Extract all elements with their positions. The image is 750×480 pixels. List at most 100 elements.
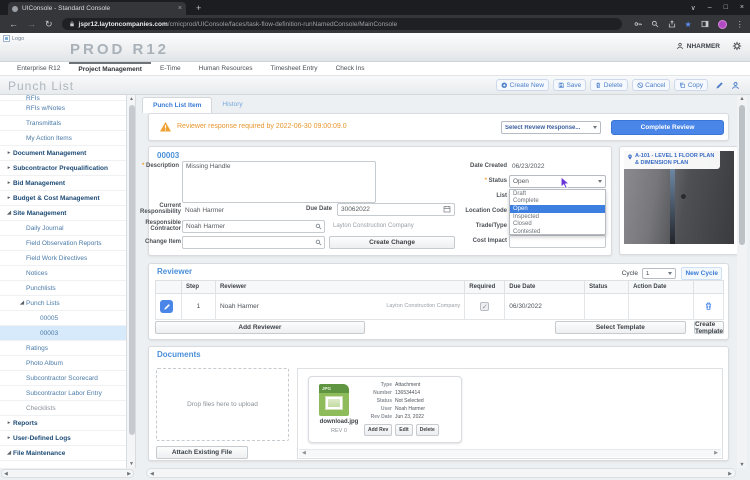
documents-horizontal-scrollbar[interactable]: ◀ ▶ <box>299 449 721 457</box>
profile-avatar[interactable] <box>718 20 727 29</box>
search-icon[interactable] <box>651 20 659 28</box>
sidebar-section-bid-management[interactable]: ▸Bid Management <box>0 176 126 191</box>
sidebar-item-my-action-items[interactable]: My Action Items <box>0 131 126 146</box>
description-field[interactable]: Missing Handle <box>182 161 376 203</box>
scroll-left-icon[interactable]: ◀ <box>4 471 8 477</box>
bookmark-star-icon[interactable]: ★ <box>685 20 692 29</box>
scrollbar-thumb[interactable] <box>739 105 745 245</box>
sidebar-item-00003-selected[interactable]: 00003 <box>0 326 126 341</box>
status-option-open-highlighted[interactable]: Open <box>510 205 605 213</box>
refresh-icon[interactable]: ↻ <box>45 19 53 30</box>
status-option-draft[interactable]: Draft <box>510 190 605 198</box>
select-template-button[interactable]: Select Template <box>555 321 686 334</box>
tab-history[interactable]: History <box>212 97 252 113</box>
user-chip[interactable]: NHARMER <box>676 42 720 50</box>
delete-button[interactable]: Delete <box>590 79 627 91</box>
sidebar-horizontal-scrollbar[interactable]: ◀ ▶ <box>1 469 134 478</box>
search-icon[interactable] <box>315 239 322 246</box>
search-icon[interactable] <box>315 223 322 230</box>
sidebar-section-reports[interactable]: ▸Reports <box>0 416 126 431</box>
copy-button[interactable]: Copy <box>674 79 708 91</box>
sidebar-item-notices[interactable]: Notices <box>0 266 126 281</box>
sidebar-section-file-maintenance[interactable]: ◢File Maintenance <box>0 446 126 461</box>
share-icon[interactable] <box>668 20 676 28</box>
sidebar-vertical-scrollbar[interactable]: ▲ ▼ <box>127 95 136 468</box>
cancel-button[interactable]: Cancel <box>632 79 671 91</box>
status-option-complete[interactable]: Complete <box>510 198 605 206</box>
nav-tab-e-time[interactable]: E-Time <box>151 62 190 75</box>
edit-reviewer-button[interactable] <box>160 300 173 313</box>
save-button[interactable]: Save <box>553 79 586 91</box>
edit-file-button[interactable]: Edit <box>395 424 412 436</box>
sidebar-section-subcontractor-prequalification[interactable]: ▸Subcontractor Prequalification <box>0 161 126 176</box>
delete-file-button[interactable]: Delete <box>416 424 439 436</box>
browser-menu-icon[interactable]: ⋮ <box>736 20 744 29</box>
content-horizontal-scrollbar[interactable]: ◀ ▶ <box>146 468 736 478</box>
sidebar-section-punch-lists[interactable]: ◢Punch Lists <box>0 296 126 311</box>
scroll-up-icon[interactable]: ▲ <box>737 96 747 102</box>
scroll-left-icon[interactable]: ◀ <box>302 450 306 456</box>
cycle-select[interactable]: 1 <box>642 268 676 279</box>
browser-tab[interactable]: UIConsole - Standard Console × <box>8 2 186 15</box>
file-dropzone[interactable]: Drop files here to upload <box>156 368 289 441</box>
sidebar-item-punchlists[interactable]: Punchlists <box>0 281 126 296</box>
new-tab-icon[interactable]: + <box>196 3 201 13</box>
close-icon[interactable]: × <box>740 4 744 11</box>
create-change-button[interactable]: Create Change <box>329 236 455 249</box>
add-reviewer-button[interactable]: Add Reviewer <box>155 321 365 334</box>
scroll-right-icon[interactable]: ▶ <box>728 471 732 477</box>
sidebar-item-subcontractor-scorecard[interactable]: Subcontractor Scorecard <box>0 371 126 386</box>
complete-review-button[interactable]: Complete Review <box>611 120 724 135</box>
nav-tab-check-ins[interactable]: Check Ins <box>327 62 374 75</box>
user-profile-icon[interactable] <box>731 81 740 90</box>
nav-tab-project-management[interactable]: Project Management <box>69 62 151 75</box>
nav-tab-enterprise-r12[interactable]: Enterprise R12 <box>8 62 69 75</box>
delete-reviewer-icon[interactable] <box>704 301 713 311</box>
gear-icon[interactable] <box>732 41 742 51</box>
change-item-field[interactable] <box>182 236 325 249</box>
tab-punch-list-item[interactable]: Punch List Item <box>142 97 212 113</box>
url-field[interactable]: jspr12.laytoncompanies.com /cmicprod/UIC… <box>62 18 622 30</box>
cost-impact-field[interactable] <box>509 235 606 248</box>
sidebar-section-user-defined-logs[interactable]: ▸User-Defined Logs <box>0 431 126 446</box>
review-response-select[interactable]: Select Review Response... <box>501 121 601 134</box>
forward-icon[interactable]: → <box>27 19 36 29</box>
sidebar-item-field-observation-reports[interactable]: Field Observation Reports <box>0 236 126 251</box>
sidebar-item-photo-album[interactable]: Photo Album <box>0 356 126 371</box>
attach-existing-file-button[interactable]: Attach Existing File <box>156 446 248 459</box>
status-option-closed[interactable]: Closed <box>510 220 605 228</box>
required-checkbox-checked[interactable]: ✓ <box>480 302 489 311</box>
status-select[interactable]: Open <box>509 175 606 188</box>
scrollbar-thumb[interactable] <box>129 105 135 435</box>
key-icon[interactable] <box>634 20 642 28</box>
create-new-button[interactable]: Create New <box>496 79 549 91</box>
status-option-inspected[interactable]: Inspected <box>510 213 605 221</box>
edit-pencil-icon[interactable] <box>715 81 724 90</box>
scroll-right-icon[interactable]: ▶ <box>127 471 131 477</box>
nav-tab-human-resources[interactable]: Human Resources <box>190 62 262 75</box>
document-tile[interactable]: JPG download.jpg REV 0 TypeAttachment Nu… <box>308 376 462 443</box>
sidebar-item-subcontractor-labor-entry[interactable]: Subcontractor Labor Entry <box>0 386 126 401</box>
nav-tab-timesheet-entry[interactable]: Timesheet Entry <box>261 62 326 75</box>
minimize-icon[interactable]: – <box>708 4 712 11</box>
scroll-down-icon[interactable]: ▼ <box>128 461 135 467</box>
sidebar-section-budget-cost-management[interactable]: ▸Budget & Cost Management <box>0 191 126 206</box>
new-cycle-button[interactable]: New Cycle <box>681 267 722 280</box>
sidebar-item-ratings[interactable]: Ratings <box>0 341 126 356</box>
content-vertical-scrollbar[interactable]: ▲ ▼ <box>737 96 747 468</box>
sidebar-item-00005[interactable]: 00005 <box>0 311 126 326</box>
sidebar-item-checklists[interactable]: Checklists <box>0 401 126 416</box>
tab-close-icon[interactable]: × <box>178 5 182 12</box>
maximize-icon[interactable]: □ <box>724 4 728 11</box>
scroll-up-icon[interactable]: ▲ <box>128 96 135 102</box>
sidebar-item-rfis-w-notes[interactable]: RFIs w/Notes <box>0 101 126 116</box>
scroll-down-icon[interactable]: ▼ <box>737 462 747 468</box>
sidebar-item-daily-journal[interactable]: Daily Journal <box>0 221 126 236</box>
status-option-contested[interactable]: Contested <box>510 228 605 236</box>
sidebar-section-site-management[interactable]: ◢Site Management <box>0 206 126 221</box>
add-rev-button[interactable]: Add Rev <box>364 424 392 436</box>
sidebar-section-document-management[interactable]: ▸Document Management <box>0 146 126 161</box>
sidebar-item-field-work-directives[interactable]: Field Work Directives <box>0 251 126 266</box>
scroll-left-icon[interactable]: ◀ <box>150 471 154 477</box>
chevron-down-icon[interactable]: ∨ <box>691 4 696 12</box>
